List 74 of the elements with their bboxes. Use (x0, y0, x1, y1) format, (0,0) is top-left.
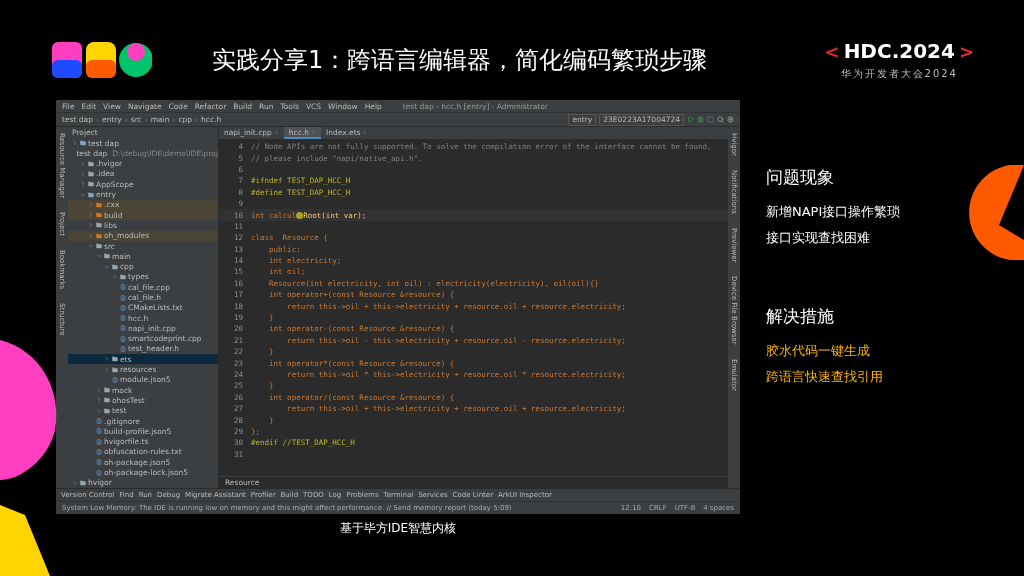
problem-item: 接口实现查找困难 (766, 229, 871, 247)
file-icon (120, 284, 126, 291)
close-icon[interactable] (273, 129, 279, 135)
folder-icon (88, 160, 94, 167)
close-icon[interactable] (362, 129, 368, 135)
folder-icon (104, 407, 110, 414)
folder-icon (120, 273, 126, 280)
folder-icon (96, 222, 102, 229)
run-icon[interactable] (687, 116, 694, 123)
file-icon (96, 428, 102, 435)
folder-icon (80, 140, 86, 147)
chevron-icon[interactable] (112, 273, 118, 280)
folder-icon (112, 366, 118, 373)
file-icon (96, 438, 102, 445)
chevron-icon[interactable] (96, 407, 102, 414)
folder-icon (96, 201, 102, 208)
folder-icon (80, 479, 86, 486)
solution-item: 跨语言快速查找引用 (766, 368, 884, 386)
file-icon (96, 469, 102, 476)
chevron-icon[interactable] (80, 191, 86, 198)
folder-icon (88, 181, 94, 188)
folder-icon (88, 170, 94, 177)
chevron-icon[interactable] (88, 222, 94, 229)
file-icon (120, 294, 126, 301)
folder-icon (112, 356, 118, 363)
screenshot-caption: 基于毕方IDE智慧内核 (339, 520, 457, 537)
file-icon (120, 325, 126, 332)
chevron-icon[interactable] (80, 160, 86, 167)
problem-item: 新增NAPI接口操作繁琐 (766, 203, 901, 221)
chevron-icon[interactable] (96, 397, 102, 404)
folder-icon (96, 243, 102, 249)
chevron-icon[interactable] (80, 181, 86, 188)
file-icon (120, 335, 126, 342)
stop-icon[interactable] (707, 116, 714, 123)
folder-icon (112, 263, 118, 270)
chevron-icon[interactable] (104, 356, 110, 363)
file-icon (112, 376, 118, 383)
file-icon (96, 418, 102, 425)
chevron-icon[interactable] (80, 170, 86, 177)
folder-icon (104, 253, 110, 260)
chevron-icon[interactable] (104, 366, 110, 373)
slide-title: 实践分享1：跨语言编辑器，简化编码繁琐步骤 (212, 45, 709, 76)
event-name: HDC.2024 (843, 39, 955, 63)
chevron-icon[interactable] (88, 201, 94, 208)
bug-icon[interactable] (697, 116, 704, 123)
section-heading: 问题现象 (766, 166, 835, 189)
folder-icon (104, 387, 110, 394)
chevron-icon[interactable] (96, 387, 102, 394)
file-icon (120, 315, 126, 322)
file-icon (120, 304, 126, 311)
folder-icon (88, 191, 94, 198)
chevron-icon[interactable] (72, 140, 78, 147)
event-subtitle: 华为开发者大会2024 (840, 67, 958, 81)
solution-item: 胶水代码一键生成 (766, 342, 871, 360)
section-heading: 解决措施 (766, 305, 835, 328)
folder-icon (96, 232, 102, 239)
file-icon (96, 448, 102, 455)
bracket-icon: > (958, 40, 974, 62)
file-icon (120, 346, 126, 352)
close-icon[interactable] (311, 129, 316, 135)
file-icon (96, 459, 102, 466)
folder-icon (96, 212, 102, 219)
corner-decoration-drawing (0, 505, 50, 576)
folder-icon (104, 397, 110, 404)
chevron-icon[interactable] (104, 263, 110, 270)
chevron-icon[interactable] (88, 232, 94, 239)
cursor-dot-icon (296, 211, 304, 219)
search-icon[interactable] (717, 116, 724, 123)
bracket-icon: < (824, 40, 840, 62)
settings-icon[interactable] (727, 116, 734, 123)
chevron-icon[interactable] (88, 243, 94, 249)
chevron-icon[interactable] (72, 479, 78, 486)
chevron-icon[interactable] (96, 253, 102, 260)
chevron-icon[interactable] (88, 212, 94, 219)
